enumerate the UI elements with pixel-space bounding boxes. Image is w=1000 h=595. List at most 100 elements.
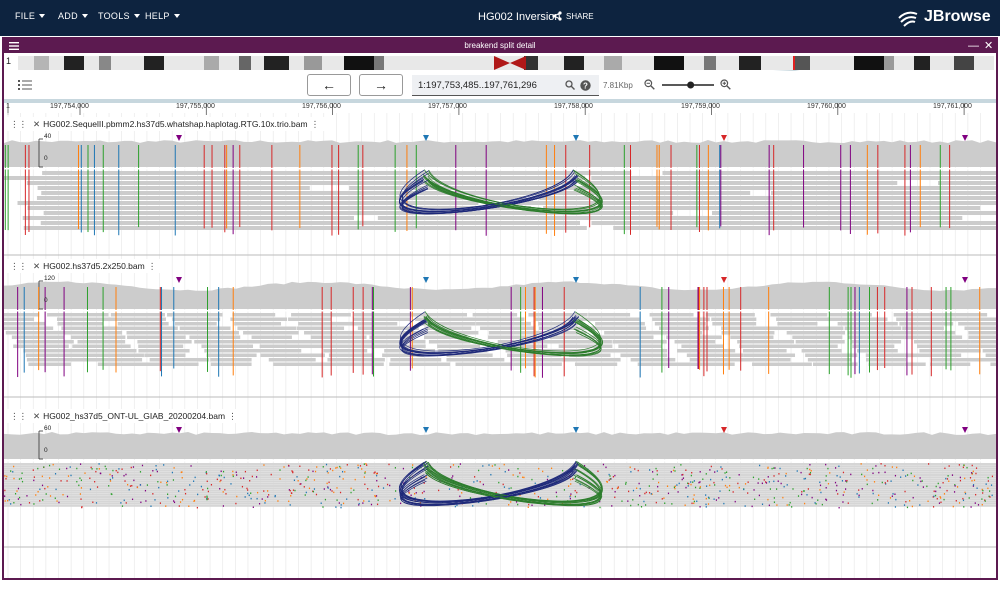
ruler-tick: 197,755,000 bbox=[176, 103, 215, 110]
mismatch bbox=[894, 506, 897, 508]
read bbox=[23, 226, 587, 230]
mismatch bbox=[353, 489, 355, 491]
track-selector-button[interactable] bbox=[18, 79, 32, 94]
read bbox=[847, 335, 911, 339]
mismatch bbox=[771, 467, 773, 470]
mismatch bbox=[4, 475, 6, 477]
mismatch bbox=[919, 504, 921, 506]
mismatch bbox=[289, 504, 291, 506]
mismatch bbox=[944, 467, 946, 470]
read bbox=[770, 313, 828, 317]
read bbox=[681, 344, 724, 348]
mismatch bbox=[376, 503, 379, 506]
mismatch bbox=[692, 481, 694, 483]
track-menu-icon[interactable]: ⋮ bbox=[148, 261, 157, 271]
menu-help[interactable]: HELP bbox=[145, 11, 180, 21]
mismatch bbox=[674, 470, 676, 472]
read bbox=[110, 317, 166, 321]
mismatch bbox=[336, 466, 338, 469]
share-button[interactable]: SHARE bbox=[552, 11, 594, 21]
mismatch bbox=[884, 482, 886, 484]
read bbox=[4, 465, 996, 468]
mismatch bbox=[184, 488, 186, 491]
mismatch bbox=[825, 475, 827, 477]
mismatch bbox=[527, 506, 529, 508]
mismatch bbox=[457, 489, 459, 491]
mismatch bbox=[621, 500, 623, 502]
drag-handle-icon[interactable]: ⋮⋮ bbox=[10, 261, 27, 271]
mismatch bbox=[892, 493, 894, 495]
read bbox=[77, 340, 126, 344]
mismatch bbox=[251, 475, 253, 478]
zoom-in-button[interactable] bbox=[720, 79, 731, 93]
mismatch bbox=[327, 487, 329, 489]
mismatch bbox=[308, 487, 311, 490]
mismatch bbox=[569, 497, 571, 500]
track-menu-icon[interactable]: ⋮ bbox=[228, 411, 237, 421]
mismatch bbox=[261, 498, 263, 500]
mismatch bbox=[767, 467, 769, 469]
read bbox=[4, 485, 996, 487]
drag-handle-icon[interactable]: ⋮⋮ bbox=[10, 119, 27, 129]
forward-button[interactable]: → bbox=[359, 74, 403, 96]
read bbox=[56, 317, 116, 321]
menu-add[interactable]: ADD bbox=[58, 11, 88, 21]
track-name: HG002.hs37d5.2x250.bam bbox=[43, 261, 145, 271]
mismatch bbox=[512, 474, 514, 476]
zoom-slider[interactable] bbox=[662, 81, 714, 89]
mismatch bbox=[881, 481, 883, 484]
read bbox=[5, 331, 65, 335]
mismatch bbox=[98, 463, 100, 465]
mismatch bbox=[661, 498, 663, 500]
mismatch bbox=[629, 466, 631, 469]
read bbox=[828, 317, 888, 321]
mismatch bbox=[609, 478, 611, 480]
read bbox=[189, 335, 241, 339]
help-icon[interactable]: ? bbox=[580, 80, 591, 94]
coverage-divider bbox=[4, 168, 996, 170]
mismatch bbox=[737, 482, 739, 485]
close-track-icon[interactable]: ✕ bbox=[33, 261, 40, 271]
track-menu-icon[interactable]: ⋮ bbox=[311, 119, 320, 129]
insertion-marker bbox=[962, 277, 968, 283]
mismatch bbox=[900, 476, 902, 478]
mismatch bbox=[112, 477, 114, 479]
back-button[interactable]: ← bbox=[307, 74, 351, 96]
mismatch bbox=[928, 463, 930, 465]
read bbox=[964, 326, 996, 330]
coverage-max: 60 bbox=[44, 425, 52, 432]
mismatch bbox=[753, 489, 755, 491]
menu-tools[interactable]: TOOLS bbox=[98, 11, 140, 21]
mismatch bbox=[528, 503, 530, 506]
zoom-out-button[interactable] bbox=[644, 79, 655, 93]
mismatch bbox=[424, 497, 426, 500]
mismatch bbox=[358, 502, 360, 505]
mismatch bbox=[877, 499, 879, 501]
close-view-button[interactable]: ✕ bbox=[984, 39, 993, 53]
read bbox=[805, 353, 858, 357]
read bbox=[4, 489, 996, 492]
mismatch bbox=[366, 464, 368, 466]
mismatch bbox=[779, 467, 781, 470]
mismatch bbox=[968, 497, 970, 499]
mismatch bbox=[375, 495, 378, 497]
mismatch bbox=[205, 471, 207, 473]
mismatch bbox=[785, 472, 787, 475]
minimize-button[interactable]: — bbox=[968, 39, 979, 53]
mismatch bbox=[732, 491, 734, 493]
mismatch bbox=[111, 475, 113, 477]
mismatch bbox=[325, 463, 328, 466]
menu-file[interactable]: FILE bbox=[15, 11, 46, 21]
mismatch bbox=[709, 469, 711, 471]
mismatch bbox=[912, 496, 914, 499]
mismatch bbox=[734, 500, 736, 503]
close-track-icon[interactable]: ✕ bbox=[33, 411, 40, 421]
mismatch bbox=[178, 505, 180, 507]
search-icon[interactable] bbox=[565, 80, 575, 93]
read bbox=[4, 482, 996, 485]
close-track-icon[interactable]: ✕ bbox=[33, 119, 40, 129]
mismatch bbox=[17, 498, 19, 500]
mismatch bbox=[60, 480, 62, 482]
mismatch bbox=[678, 482, 680, 485]
drag-handle-icon[interactable]: ⋮⋮ bbox=[10, 411, 27, 421]
